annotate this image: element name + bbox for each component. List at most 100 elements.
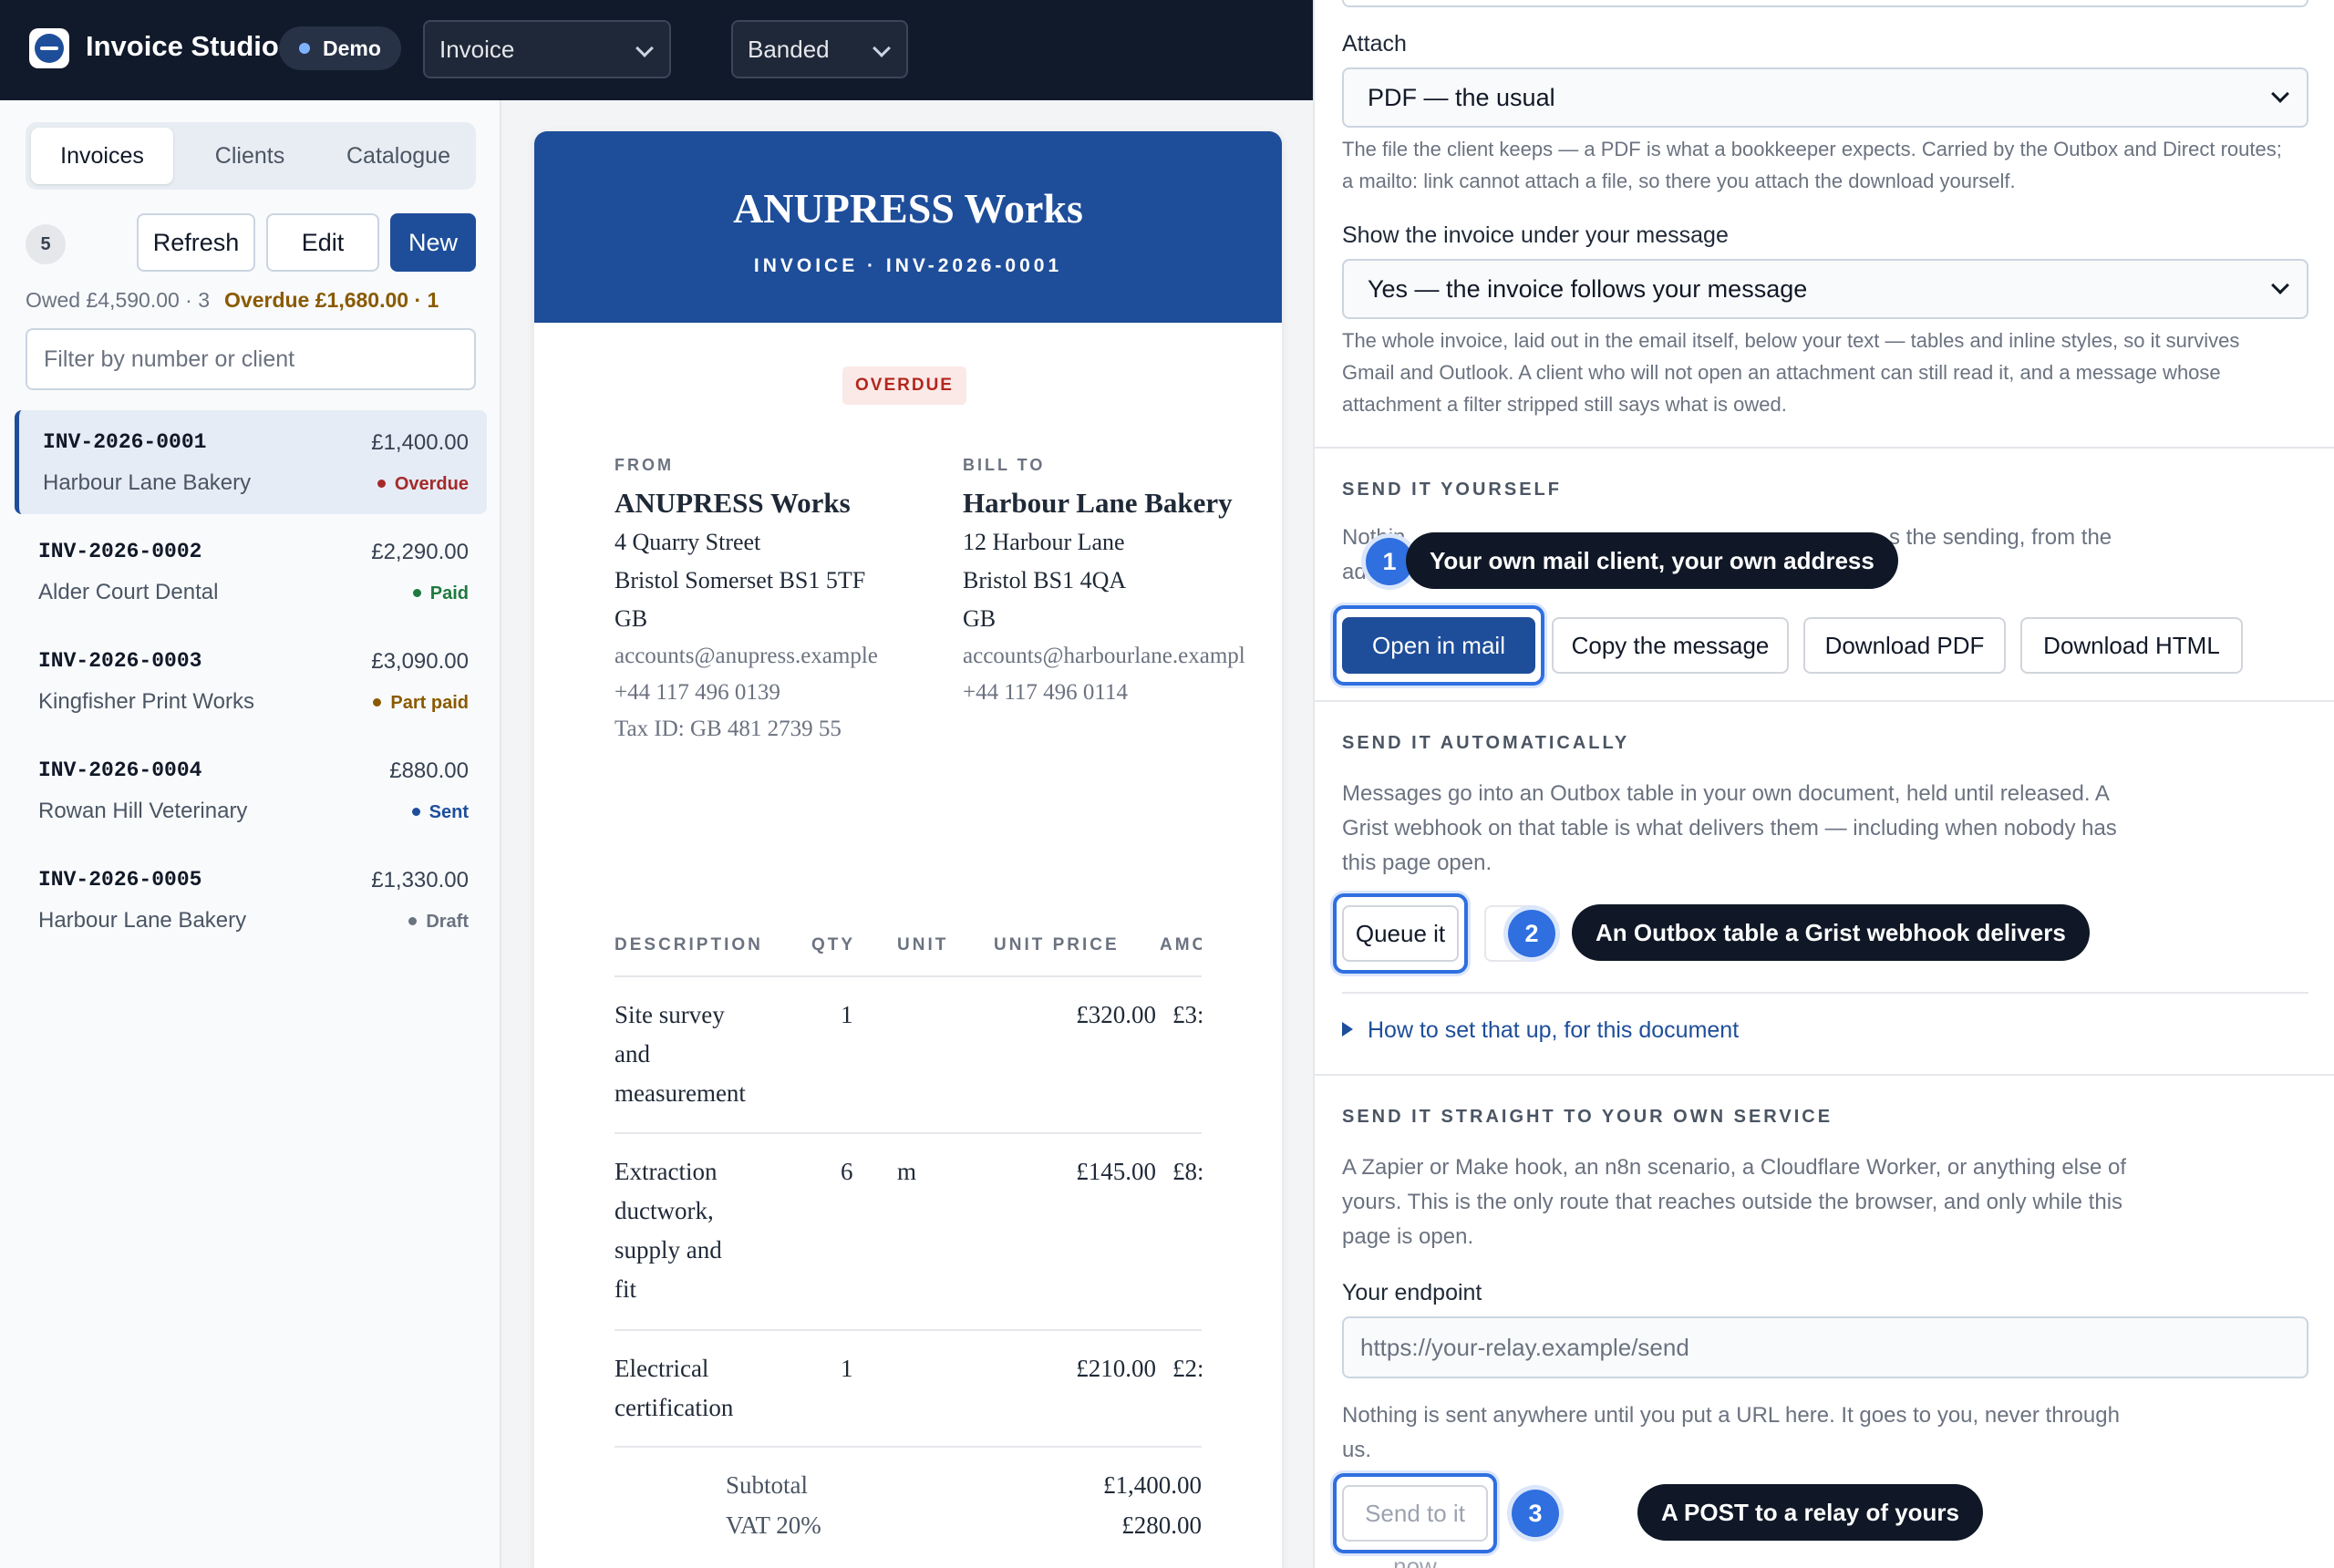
copy-message-button[interactable]: Copy the message <box>1552 617 1789 674</box>
help-line: Nothing is sent anywhere until you put a… <box>1342 1403 2120 1428</box>
invoice-amount: £2,290.00 <box>371 540 469 564</box>
queue-it-button[interactable]: Queue it <box>1342 905 1459 962</box>
line-description: Extraction ductwork, supply and fit <box>614 1152 722 1309</box>
send-panel: Attach PDF — the usual The file the clie… <box>1313 0 2334 1568</box>
send-to-it-now-button[interactable]: Send to it now <box>1342 1485 1488 1568</box>
invoice-row[interactable]: INV-2026-0003 £3,090.00 Kingfisher Print… <box>15 629 487 733</box>
chevron-down-icon <box>873 39 891 57</box>
from-tax-id: Tax ID: GB 481 2739 55 <box>614 717 842 741</box>
style-select[interactable]: Banded <box>731 20 908 78</box>
invoice-client: Rowan Hill Veterinary <box>38 799 248 823</box>
help-line: Grist webhook on that table is what deli… <box>1342 816 2117 841</box>
download-pdf-button[interactable]: Download PDF <box>1803 617 2006 674</box>
invoice-amount: £3,090.00 <box>371 649 469 674</box>
line-unit: m <box>897 1158 917 1185</box>
column-header-unit-price: UNIT PRICE <box>994 935 1120 954</box>
message-textarea[interactable] <box>1342 0 2308 7</box>
invoice-number: INV-2026-0001 <box>43 430 207 454</box>
style-value: Banded <box>748 36 830 63</box>
line-amount: £3: <box>1172 1001 1202 1028</box>
help-line: Messages go into an Outbox table in your… <box>1342 781 2110 806</box>
status-dot-icon <box>408 917 418 925</box>
column-header-unit: UNIT <box>897 935 949 954</box>
bill-to-phone: +44 117 496 0114 <box>963 680 1128 705</box>
setup-disclosure[interactable]: How to set that up, for this document <box>1342 1017 1739 1044</box>
status-badge: Part paid <box>373 693 469 714</box>
step-marker-3: 3 <box>1512 1490 1559 1537</box>
edit-button[interactable]: Edit <box>266 213 379 272</box>
invoice-number: INV-2026-0005 <box>38 868 202 892</box>
line-description-text: certification <box>614 1394 734 1421</box>
from-phone: +44 117 496 0139 <box>614 680 780 705</box>
section-divider <box>1342 992 2308 994</box>
vat-label: VAT 20% <box>726 1511 821 1539</box>
document-type-select[interactable]: Invoice <box>423 20 671 78</box>
status-label: Part paid <box>390 693 469 713</box>
attach-select[interactable]: PDF — the usual <box>1342 67 2308 128</box>
send-automatically-heading: SEND IT AUTOMATICALLY <box>1342 733 1630 753</box>
line-amount: £2: <box>1172 1355 1202 1382</box>
invoice-status-pill: OVERDUE <box>842 366 966 405</box>
subtotal-value: £1,400.00 <box>1103 1471 1202 1499</box>
line-description: Site survey and measurement <box>614 995 746 1113</box>
help-line: this page open. <box>1342 851 1492 875</box>
download-html-button[interactable]: Download HTML <box>2020 617 2243 674</box>
tab-invoices[interactable]: Invoices <box>31 128 173 184</box>
status-dot-icon <box>373 698 382 707</box>
column-header-amount: AMC <box>1160 935 1202 954</box>
section-divider <box>1315 1074 2334 1076</box>
refresh-button[interactable]: Refresh <box>137 213 255 272</box>
line-description-text: fit <box>614 1275 636 1303</box>
invoice-row[interactable]: INV-2026-0004 £880.00 Rowan Hill Veterin… <box>15 738 487 842</box>
help-line: yours. This is the only route that reach… <box>1342 1190 2123 1214</box>
sidebar-tabs: Invoices Clients Catalogue <box>26 122 476 190</box>
invoice-row[interactable]: INV-2026-0002 £2,290.00 Alder Court Dent… <box>15 520 487 624</box>
attach-label: Attach <box>1342 31 1407 57</box>
invoice-client: Alder Court Dental <box>38 580 219 604</box>
status-label: Overdue <box>394 474 469 494</box>
invoice-company-name: ANUPRESS Works <box>733 185 1083 232</box>
invoice-number-line: INVOICE · INV-2026-0001 <box>753 255 1063 276</box>
line-qty: 1 <box>841 1001 853 1028</box>
bill-to-address-line: Bristol BS1 4QA <box>963 567 1127 593</box>
show-invoice-select[interactable]: Yes — the invoice follows your message <box>1342 259 2308 319</box>
help-line: A Zapier or Make hook, an n8n scenario, … <box>1342 1155 2127 1180</box>
tab-catalogue[interactable]: Catalogue <box>326 128 470 184</box>
bill-to-name: Harbour Lane Bakery <box>963 487 1233 519</box>
invoice-client: Harbour Lane Bakery <box>43 470 252 495</box>
filter-input[interactable]: Filter by number or client <box>26 328 476 390</box>
step-callout-1: Your own mail client, your own address <box>1406 532 1898 589</box>
demo-badge-label: Demo <box>323 36 381 60</box>
chevron-down-icon <box>2271 85 2289 103</box>
subtotal-label: Subtotal <box>726 1471 809 1499</box>
line-qty: 1 <box>841 1355 853 1382</box>
invoice-row[interactable]: INV-2026-0005 £1,330.00 Harbour Lane Bak… <box>15 848 487 952</box>
endpoint-input[interactable]: https://your-relay.example/send <box>1342 1316 2308 1378</box>
send-yourself-text: s the sending, from the <box>1889 525 2112 550</box>
step-callout-3: A POST to a relay of yours <box>1637 1484 1984 1541</box>
invoice-amount: £1,400.00 <box>371 430 469 455</box>
invoice-client: Harbour Lane Bakery <box>38 908 247 933</box>
disclosure-triangle-icon <box>1342 1022 1353 1037</box>
new-invoice-button[interactable]: New <box>390 213 476 272</box>
open-mail-client-button[interactable]: Open in mail client <box>1342 617 1535 712</box>
send-automatically-text: Messages go into an Outbox table in your… <box>1342 777 2308 881</box>
line-description-text: Site survey <box>614 1001 725 1028</box>
table-divider <box>614 1132 1202 1134</box>
invoice-row[interactable]: INV-2026-0001 £1,400.00 Harbour Lane Bak… <box>15 410 487 514</box>
sidebar: Invoices Clients Catalogue 5 Refresh Edi… <box>0 100 501 1568</box>
send-service-text: A Zapier or Make hook, an n8n scenario, … <box>1342 1150 2308 1254</box>
from-address-line: 4 Quarry Street <box>614 529 761 555</box>
status-label: Sent <box>429 802 469 822</box>
chevron-down-icon <box>635 39 654 57</box>
status-dot-icon <box>299 43 310 54</box>
setup-disclosure-label: How to set that up, for this document <box>1368 1017 1740 1043</box>
help-line: The file the client keeps — a PDF is wha… <box>1342 138 2282 160</box>
invoice-amount: £880.00 <box>389 758 469 783</box>
line-description-text: supply and <box>614 1236 722 1264</box>
tab-clients[interactable]: Clients <box>179 128 321 184</box>
line-description-text: Extraction <box>614 1158 718 1185</box>
column-header-description: DESCRIPTION <box>614 935 763 954</box>
line-unit-price: £320.00 <box>1076 1001 1156 1028</box>
help-line: The whole invoice, laid out in the email… <box>1342 329 2240 352</box>
